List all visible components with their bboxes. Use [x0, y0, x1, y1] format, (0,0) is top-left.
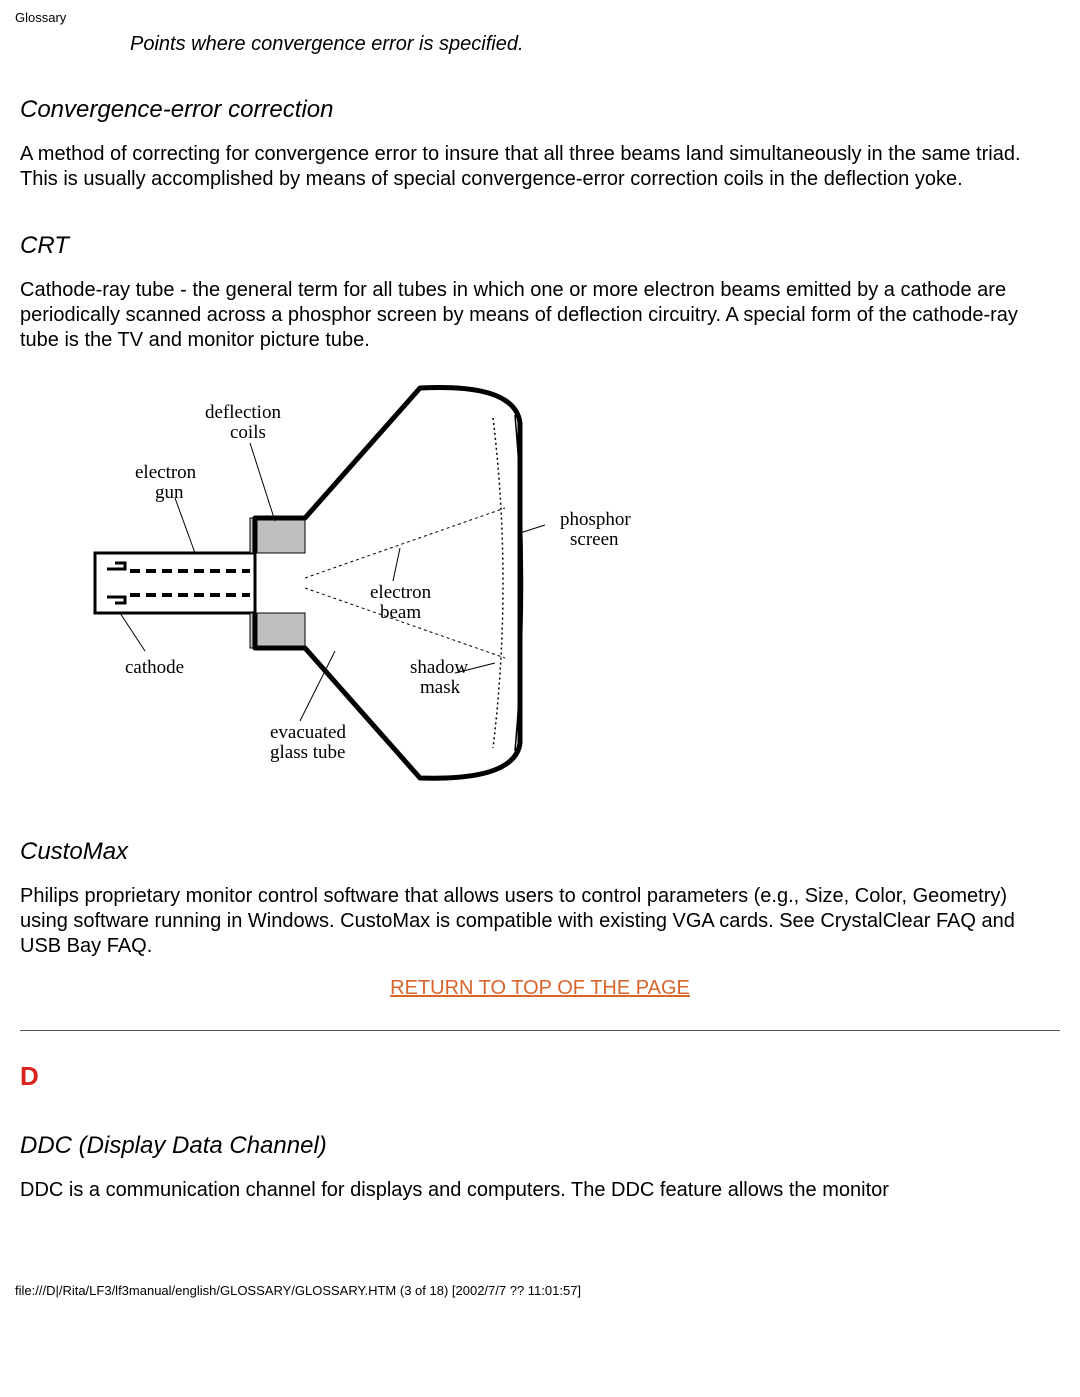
label-deflection-coils: deflection — [205, 402, 281, 423]
label-electron-gun: electron — [135, 462, 197, 483]
label-electron-beam: electron — [370, 582, 432, 603]
label-evacuated-glass-tube: evacuated — [270, 722, 346, 743]
section-divider — [20, 1030, 1060, 1031]
section-letter-d: D — [20, 1061, 1060, 1092]
svg-text:beam: beam — [380, 602, 421, 623]
label-cathode: cathode — [125, 657, 184, 678]
return-to-top-link[interactable]: RETURN TO TOP OF THE PAGE — [390, 977, 690, 999]
def-crt: Cathode-ray tube - the general term for … — [20, 278, 1060, 353]
def-customax: Philips proprietary monitor control soft… — [20, 884, 1060, 959]
figure-caption: Points where convergence error is specif… — [130, 33, 1060, 56]
term-customax: CustoMax — [20, 838, 1060, 866]
svg-text:glass tube: glass tube — [270, 742, 345, 763]
crt-diagram: deflection coils electron gun cathode ev… — [75, 373, 1060, 798]
def-convergence-error-correction: A method of correcting for convergence e… — [20, 142, 1060, 192]
page-header: Glossary — [15, 10, 1080, 25]
term-convergence-error-correction: Convergence-error correction — [20, 96, 1060, 124]
label-shadow-mask: shadow — [410, 657, 468, 678]
term-ddc: DDC (Display Data Channel) — [20, 1132, 1060, 1160]
term-crt: CRT — [20, 232, 1060, 260]
def-ddc: DDC is a communication channel for displ… — [20, 1178, 1060, 1203]
svg-text:screen: screen — [570, 529, 619, 550]
svg-text:gun: gun — [155, 482, 184, 503]
svg-text:coils: coils — [230, 422, 266, 443]
label-phosphor-screen: phosphor — [560, 509, 631, 530]
svg-text:mask: mask — [420, 677, 461, 698]
page-footer: file:///D|/Rita/LF3/lf3manual/english/GL… — [15, 1283, 1080, 1298]
